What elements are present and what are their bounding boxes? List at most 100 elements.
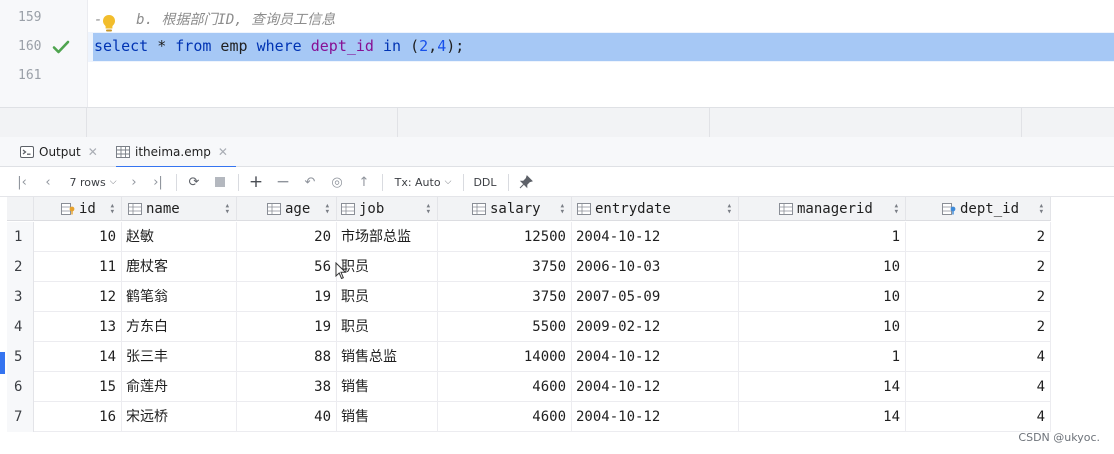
cell-entrydate[interactable]: 2006-10-03: [572, 252, 739, 282]
tab-output[interactable]: Output ✕: [20, 137, 98, 167]
cell-dept-id[interactable]: 2: [906, 312, 1051, 342]
cell-age[interactable]: 40: [237, 402, 337, 432]
column-header-entrydate[interactable]: entrydate ▴ ▾: [572, 197, 739, 221]
row-number[interactable]: 3: [7, 282, 34, 312]
cell-id[interactable]: 11: [34, 252, 122, 282]
cell-age[interactable]: 20: [237, 222, 337, 252]
cell-job[interactable]: 职员: [337, 282, 438, 312]
close-icon[interactable]: ✕: [88, 145, 98, 159]
cell-salary[interactable]: 4600: [438, 402, 572, 432]
cell-name[interactable]: 鹤笔翁: [122, 282, 237, 312]
cell-job[interactable]: 市场部总监: [337, 222, 438, 252]
cell-age[interactable]: 19: [237, 312, 337, 342]
column-header-age[interactable]: age ▴ ▾: [237, 197, 337, 221]
row-number[interactable]: 1: [7, 222, 34, 252]
tab-itheima-emp[interactable]: itheima.emp ✕: [116, 137, 236, 168]
cell-name[interactable]: 张三丰: [122, 342, 237, 372]
pin-icon[interactable]: [515, 167, 537, 197]
row-number[interactable]: 4: [7, 312, 34, 342]
intention-bulb-icon[interactable]: [101, 14, 117, 34]
delete-row-icon[interactable]: −: [272, 167, 294, 197]
cell-managerid[interactable]: 10: [739, 282, 906, 312]
cell-age[interactable]: 19: [237, 282, 337, 312]
sort-icon[interactable]: ▴ ▾: [727, 202, 732, 217]
cell-dept-id[interactable]: 4: [906, 402, 1051, 432]
row-number[interactable]: 2: [7, 252, 34, 282]
cell-dept-id[interactable]: 4: [906, 372, 1051, 402]
row-number[interactable]: 5: [7, 342, 34, 372]
cell-job[interactable]: 销售总监: [337, 342, 438, 372]
column-header-managerid[interactable]: managerid ▴ ▾: [739, 197, 906, 221]
next-page-icon[interactable]: ›: [124, 167, 144, 197]
cell-salary[interactable]: 4600: [438, 372, 572, 402]
cell-managerid[interactable]: 14: [739, 402, 906, 432]
column-header-id[interactable]: id ▴ ▾: [34, 197, 122, 221]
column-header-salary[interactable]: salary ▴ ▾: [438, 197, 572, 221]
sql-statement-line[interactable]: select * from emp where dept_id in (2,4)…: [94, 37, 464, 55]
cell-id[interactable]: 16: [34, 402, 122, 432]
last-page-icon[interactable]: ›|: [148, 167, 168, 197]
refresh-icon[interactable]: ⟳: [184, 167, 204, 197]
sql-editor[interactable]: 159 160 161 - b. 根据部门ID, 查询员工信息 select *…: [0, 0, 1114, 107]
sort-icon[interactable]: ▴ ▾: [894, 202, 899, 217]
cell-dept-id[interactable]: 2: [906, 282, 1051, 312]
cell-entrydate[interactable]: 2004-10-12: [572, 342, 739, 372]
sort-icon[interactable]: ▴ ▾: [325, 202, 330, 217]
cell-dept-id[interactable]: 4: [906, 342, 1051, 372]
cell-name[interactable]: 方东白: [122, 312, 237, 342]
submit-icon[interactable]: ↑: [353, 167, 375, 197]
cell-salary[interactable]: 3750: [438, 282, 572, 312]
cell-salary[interactable]: 14000: [438, 342, 572, 372]
stop-icon[interactable]: [210, 167, 230, 197]
cell-id[interactable]: 12: [34, 282, 122, 312]
cell-age[interactable]: 38: [237, 372, 337, 402]
column-header-job[interactable]: job ▴ ▾: [337, 197, 438, 221]
cell-entrydate[interactable]: 2004-10-12: [572, 402, 739, 432]
cell-managerid[interactable]: 1: [739, 222, 906, 252]
sort-icon[interactable]: ▴ ▾: [426, 202, 431, 217]
first-page-icon[interactable]: |‹: [12, 167, 32, 197]
cell-job[interactable]: 职员: [337, 252, 438, 282]
row-number[interactable]: 7: [7, 402, 34, 432]
panel-splitter[interactable]: [0, 107, 1114, 138]
add-row-icon[interactable]: +: [245, 167, 267, 197]
cell-dept-id[interactable]: 2: [906, 222, 1051, 252]
cell-name[interactable]: 鹿杖客: [122, 252, 237, 282]
cell-id[interactable]: 10: [34, 222, 122, 252]
cell-entrydate[interactable]: 2004-10-12: [572, 372, 739, 402]
cell-name[interactable]: 宋远桥: [122, 402, 237, 432]
cell-managerid[interactable]: 10: [739, 312, 906, 342]
column-header-name[interactable]: name ▴ ▾: [122, 197, 237, 221]
cell-managerid[interactable]: 1: [739, 342, 906, 372]
cell-id[interactable]: 13: [34, 312, 122, 342]
cell-age[interactable]: 56: [237, 252, 337, 282]
code-comment-line[interactable]: - b. 根据部门ID, 查询员工信息: [94, 9, 335, 29]
cell-dept-id[interactable]: 2: [906, 252, 1051, 282]
cell-id[interactable]: 14: [34, 342, 122, 372]
cell-age[interactable]: 88: [237, 342, 337, 372]
cell-salary[interactable]: 5500: [438, 312, 572, 342]
cell-managerid[interactable]: 10: [739, 252, 906, 282]
cell-job[interactable]: 销售: [337, 372, 438, 402]
cell-job[interactable]: 销售: [337, 402, 438, 432]
cell-name[interactable]: 赵敏: [122, 222, 237, 252]
cell-entrydate[interactable]: 2009-02-12: [572, 312, 739, 342]
preview-changes-icon[interactable]: ◎: [326, 167, 348, 197]
revert-icon[interactable]: ↶: [299, 167, 321, 197]
ddl-button[interactable]: DDL: [470, 167, 500, 197]
previous-page-icon[interactable]: ‹: [38, 167, 58, 197]
sort-icon[interactable]: ▴ ▾: [225, 202, 230, 217]
sort-icon[interactable]: ▴ ▾: [110, 202, 115, 217]
close-icon[interactable]: ✕: [218, 145, 228, 159]
cell-id[interactable]: 15: [34, 372, 122, 402]
cell-salary[interactable]: 12500: [438, 222, 572, 252]
rows-count-dropdown[interactable]: 7 rows ⌵: [62, 167, 124, 197]
sort-icon[interactable]: ▴ ▾: [560, 202, 565, 217]
row-number[interactable]: 6: [7, 372, 34, 402]
cell-name[interactable]: 俞莲舟: [122, 372, 237, 402]
transaction-mode-dropdown[interactable]: Tx: Auto ⌵: [390, 167, 456, 197]
sort-icon[interactable]: ▴ ▾: [1039, 202, 1044, 217]
cell-entrydate[interactable]: 2004-10-12: [572, 222, 739, 252]
cell-job[interactable]: 职员: [337, 312, 438, 342]
cell-entrydate[interactable]: 2007-05-09: [572, 282, 739, 312]
